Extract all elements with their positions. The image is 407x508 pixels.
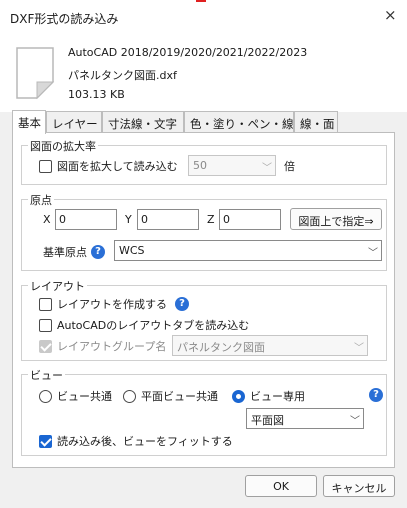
tab-color-fill-pen-linetype[interactable]: 色・塗り・ペン・線種 [184,111,305,132]
cancel-button[interactable]: キャンセル [323,475,395,497]
close-icon[interactable]: × [384,6,397,24]
title-bar: DXF形式の読み込み × [0,0,407,34]
window-title: DXF形式の読み込み [10,12,119,26]
fit-view-label: 読み込み後、ビューをフィットする [57,435,233,448]
radio-view-common-row[interactable]: ビュー共通 [39,388,112,404]
base-origin-label: 基準原点 [43,246,87,259]
help-icon[interactable]: ? [175,297,189,311]
dxf-import-dialog: DXF形式の読み込み × AutoCAD 2018/2019/2020/2021… [0,0,407,508]
radio-view-common-label: ビュー共通 [57,390,112,403]
chevron-down-icon: ﹀ [262,163,272,174]
tab-dimension-text[interactable]: 寸法線・文字 [102,111,184,132]
scale-value: 50 [193,159,207,172]
view-select-value: 平面図 [251,414,284,427]
tab-basic[interactable]: 基本 [12,110,46,134]
tab-layer[interactable]: レイヤー [46,111,102,132]
origin-group-title: 原点 [28,192,54,208]
layout-group-name-select: パネルタンク図面 ﹀ [172,335,368,356]
read-layout-tabs-row[interactable]: AutoCADのレイアウトタブを読み込む [39,317,249,333]
fit-view-row[interactable]: 読み込み後、ビューをフィットする [39,433,233,449]
radio-view-dedicated[interactable] [232,389,245,403]
radio-view-dedicated-row[interactable]: ビュー専用 [232,388,305,404]
file-icon [16,47,55,100]
layout-group-name-value: パネルタンク図面 [177,341,265,354]
title-accent-line [196,0,206,2]
scale-checkbox-label: 図面を拡大して読み込む [57,160,178,173]
file-size: 103.13 KB [68,88,125,101]
create-layout-checkbox[interactable] [39,297,52,311]
file-info: AutoCAD 2018/2019/2020/2021/2022/2023 パネ… [0,34,407,112]
help-icon[interactable]: ? [91,245,105,259]
base-origin-value: WCS [119,244,145,257]
view-select[interactable]: 平面図 ﹀ [246,408,364,429]
view-group-title: ビュー [28,367,65,383]
layout-group-title: レイアウト [28,278,87,294]
chevron-down-icon: ﹀ [354,343,364,354]
scale-checkbox-row[interactable]: 図面を拡大して読み込む [39,158,178,174]
tab-panel-basic: 図面の拡大率 図面を拡大して読み込む 50 ﹀ 倍 原点 X 0 Y 0 Z 0… [12,132,395,468]
tab-line-face[interactable]: 線・面 [294,111,338,132]
layout-group-name-label: レイアウトグループ名 [57,340,167,353]
read-layout-tabs-checkbox[interactable] [39,318,52,332]
radio-view-dedicated-label: ビュー専用 [250,390,305,403]
create-layout-row[interactable]: レイアウトを作成する ? [39,296,189,312]
ok-button[interactable]: OK [245,475,317,497]
pick-on-drawing-button[interactable]: 図面上で指定⇒ [290,208,382,230]
scale-unit: 倍 [284,160,295,173]
radio-plan-view-common-label: 平面ビュー共通 [141,390,218,403]
file-name: パネルタンク図面.dxf [68,69,177,82]
scale-group-title: 図面の拡大率 [28,138,98,154]
radio-plan-view-common[interactable] [123,389,136,403]
origin-z-label: Z [207,213,215,226]
origin-y-label: Y [125,213,132,226]
origin-z-input[interactable]: 0 [219,209,281,230]
scale-checkbox[interactable] [39,159,52,173]
origin-x-input[interactable]: 0 [55,209,117,230]
layout-group: レイアウト レイアウトを作成する ? AutoCADのレイアウトタブを読み込む … [21,278,387,361]
chevron-down-icon: ﹀ [368,248,378,259]
view-group: ビュー ビュー共通 平面ビュー共通 ビュー専用 ? 平面図 ﹀ 読み込み後、ビュ… [21,367,387,456]
layout-group-name-checkbox [39,339,52,353]
base-origin-row: 基準原点 ? [43,244,105,260]
fit-view-checkbox[interactable] [39,434,52,448]
file-format: AutoCAD 2018/2019/2020/2021/2022/2023 [68,46,308,59]
scale-group: 図面の拡大率 図面を拡大して読み込む 50 ﹀ 倍 [21,138,387,185]
radio-plan-view-common-row[interactable]: 平面ビュー共通 [123,388,218,404]
base-origin-select[interactable]: WCS ﹀ [114,240,382,261]
create-layout-label: レイアウトを作成する [57,298,167,311]
radio-view-common[interactable] [39,389,52,403]
origin-group: 原点 X 0 Y 0 Z 0 図面上で指定⇒ 基準原点 ? WCS ﹀ [21,192,387,271]
layout-group-name-row: レイアウトグループ名 [39,338,166,354]
read-layout-tabs-label: AutoCADのレイアウトタブを読み込む [57,319,250,332]
origin-y-input[interactable]: 0 [137,209,199,230]
origin-x-label: X [43,213,51,226]
scale-select[interactable]: 50 ﹀ [188,155,276,176]
chevron-down-icon: ﹀ [350,416,360,427]
help-icon[interactable]: ? [369,388,383,402]
